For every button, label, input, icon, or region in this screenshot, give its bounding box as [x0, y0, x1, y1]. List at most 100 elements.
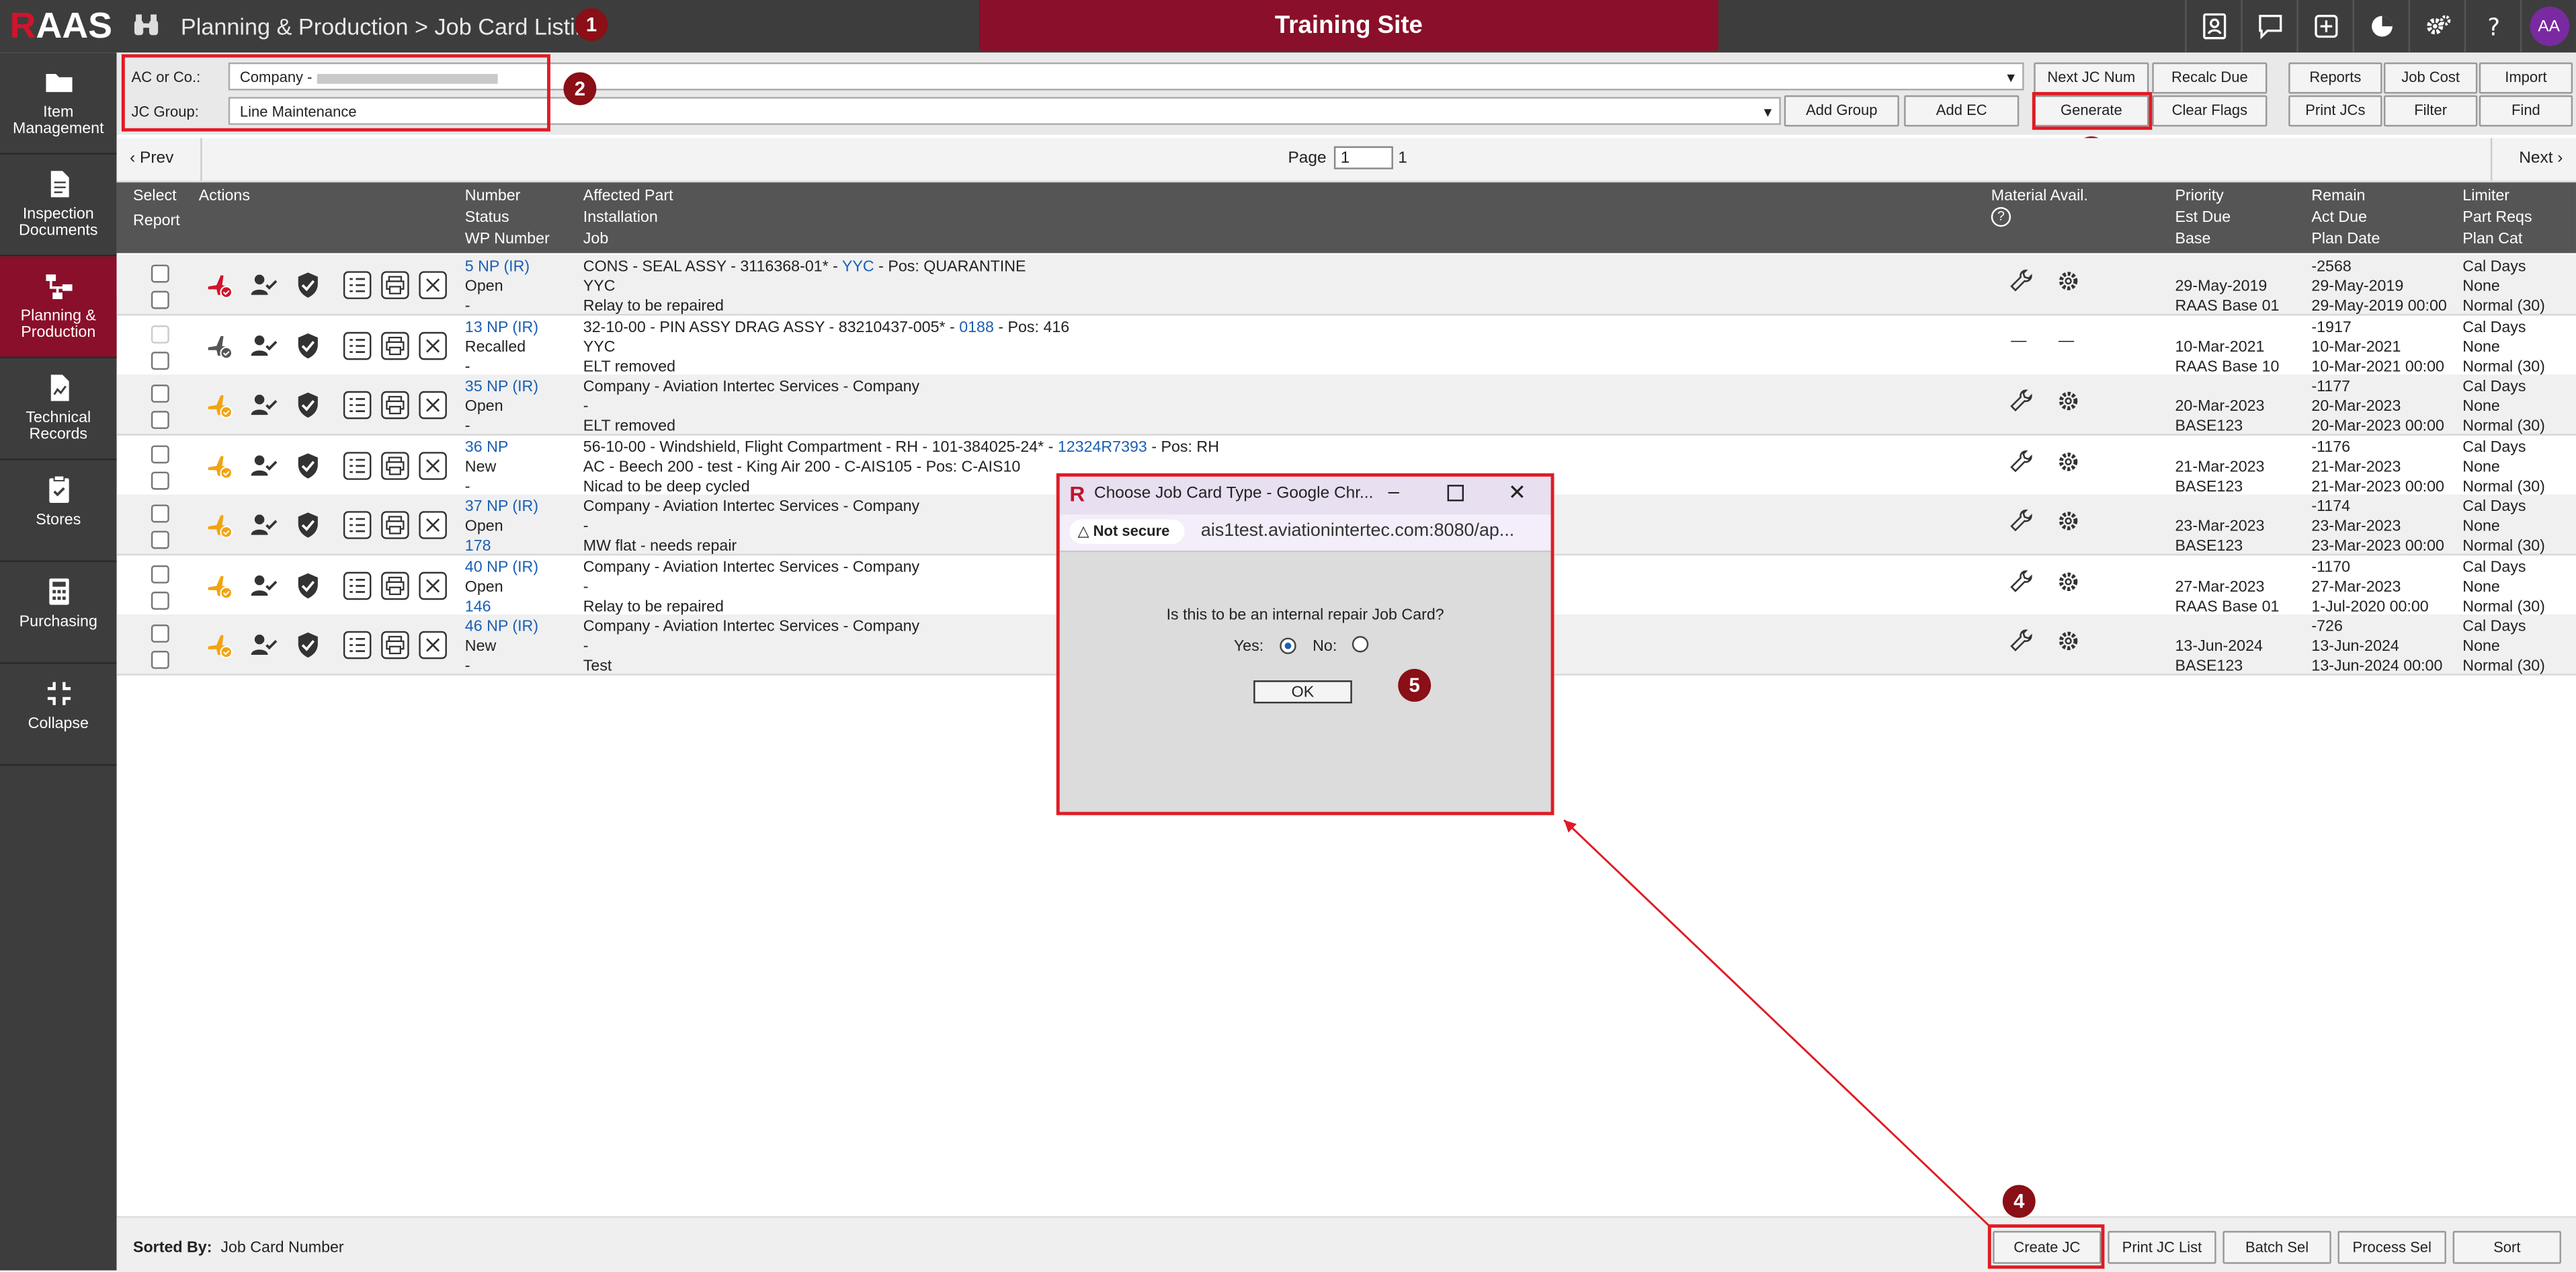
- print-icon[interactable]: [381, 391, 409, 420]
- wrench-icon[interactable]: [2007, 628, 2036, 656]
- print-icon[interactable]: [381, 511, 409, 539]
- gear-icon[interactable]: [2055, 568, 2083, 596]
- shield-check-icon[interactable]: [294, 511, 323, 539]
- jc-number-link[interactable]: 37 NP (IR): [465, 498, 538, 516]
- sidebar-item-item-management[interactable]: Item Management: [0, 52, 117, 155]
- batch-sel-button[interactable]: Batch Sel: [2222, 1230, 2331, 1264]
- delete-x-icon[interactable]: [419, 271, 447, 299]
- shield-check-icon[interactable]: [294, 391, 323, 420]
- print-icon[interactable]: [381, 571, 409, 600]
- delete-x-icon[interactable]: [419, 511, 447, 539]
- shield-check-icon[interactable]: [294, 631, 323, 660]
- affected-part-link[interactable]: 0188: [959, 318, 994, 336]
- print-jc-list-button[interactable]: Print JC List: [2108, 1230, 2216, 1264]
- gear-icon[interactable]: [2055, 268, 2083, 296]
- sidebar-item-collapse[interactable]: Collapse: [0, 664, 117, 766]
- aircraft-status-icon[interactable]: [206, 271, 234, 299]
- report-checkbox[interactable]: [151, 530, 169, 549]
- sidebar-item-inspection-documents[interactable]: Inspection Documents: [0, 155, 117, 257]
- select-checkbox[interactable]: [151, 504, 169, 523]
- recalc-due-button[interactable]: Recalc Due: [2152, 62, 2268, 94]
- shield-check-icon[interactable]: [294, 451, 323, 479]
- gear-icon[interactable]: [2055, 448, 2083, 476]
- shield-check-icon[interactable]: [294, 271, 323, 299]
- table-row[interactable]: 5 NP (IR) Open - CONS - SEAL ASSY - 3116…: [116, 254, 2576, 316]
- sort-button[interactable]: Sort: [2452, 1230, 2561, 1264]
- task-list-icon[interactable]: [343, 631, 372, 660]
- select-checkbox[interactable]: [151, 564, 169, 583]
- delete-x-icon[interactable]: [419, 571, 447, 600]
- reports-button[interactable]: Reports: [2288, 62, 2382, 94]
- next-page-link[interactable]: Next ›: [2519, 149, 2563, 167]
- select-checkbox[interactable]: [151, 385, 169, 403]
- print-icon[interactable]: [381, 631, 409, 660]
- col-status[interactable]: Status: [465, 208, 509, 227]
- help-circle-icon[interactable]: ?: [1991, 207, 2011, 227]
- select-checkbox[interactable]: [151, 264, 169, 283]
- aircraft-status-icon[interactable]: [206, 631, 234, 660]
- task-list-icon[interactable]: [343, 331, 372, 360]
- report-checkbox[interactable]: [151, 590, 169, 609]
- task-list-icon[interactable]: [343, 571, 372, 600]
- jc-number-link[interactable]: 36 NP: [465, 438, 509, 456]
- col-act-due[interactable]: Act Due: [2311, 208, 2367, 227]
- user-check-icon[interactable]: [250, 631, 278, 660]
- col-limiter[interactable]: Limiter: [2462, 188, 2509, 206]
- wrench-icon[interactable]: [2007, 388, 2036, 416]
- next-jc-num-button[interactable]: Next JC Num: [2034, 62, 2149, 94]
- user-check-icon[interactable]: [250, 571, 278, 599]
- table-row[interactable]: 13 NP (IR) Recalled - 32-10-00 - PIN ASS…: [116, 315, 2576, 376]
- report-checkbox[interactable]: [151, 411, 169, 430]
- sidebar-item-technical-records[interactable]: Technical Records: [0, 358, 117, 461]
- report-checkbox[interactable]: [151, 651, 169, 669]
- col-select[interactable]: Select: [133, 188, 177, 206]
- col-material-avail[interactable]: Material Avail.: [1991, 188, 2088, 206]
- col-job[interactable]: Job: [583, 230, 608, 248]
- wrench-icon[interactable]: [2007, 268, 2036, 296]
- print-icon[interactable]: [381, 271, 409, 299]
- jc-number-link[interactable]: 46 NP (IR): [465, 618, 538, 636]
- col-plan-date[interactable]: Plan Date: [2311, 230, 2380, 248]
- shield-check-icon[interactable]: [294, 331, 323, 360]
- select-checkbox[interactable]: [151, 624, 169, 643]
- aircraft-status-icon[interactable]: [206, 391, 234, 420]
- select-checkbox[interactable]: [151, 324, 169, 343]
- delete-x-icon[interactable]: [419, 391, 447, 420]
- report-checkbox[interactable]: [151, 290, 169, 309]
- delete-x-icon[interactable]: [419, 451, 447, 479]
- job-cost-button[interactable]: Job Cost: [2383, 62, 2478, 94]
- find-button[interactable]: Find: [2479, 95, 2573, 127]
- col-est-due[interactable]: Est Due: [2175, 208, 2231, 227]
- filter-button[interactable]: Filter: [2383, 95, 2478, 127]
- report-checkbox[interactable]: [151, 471, 169, 489]
- col-priority[interactable]: Priority: [2175, 188, 2224, 206]
- task-list-icon[interactable]: [343, 271, 372, 299]
- col-installation[interactable]: Installation: [583, 208, 658, 227]
- user-check-icon[interactable]: [250, 391, 278, 420]
- delete-x-icon[interactable]: [419, 331, 447, 360]
- reports-chart-button[interactable]: [2352, 0, 2409, 53]
- binoculars-icon[interactable]: [132, 11, 161, 41]
- add-group-button[interactable]: Add Group: [1784, 95, 1899, 127]
- col-number[interactable]: Number: [465, 188, 521, 206]
- help-button[interactable]: ?: [2464, 0, 2520, 53]
- print-icon[interactable]: [381, 331, 409, 360]
- jc-number-link[interactable]: 5 NP (IR): [465, 258, 530, 276]
- gear-icon[interactable]: [2055, 628, 2083, 656]
- user-check-icon[interactable]: [250, 331, 278, 360]
- aircraft-status-icon[interactable]: [206, 451, 234, 479]
- aircraft-status-icon[interactable]: [206, 571, 234, 599]
- user-check-icon[interactable]: [250, 511, 278, 539]
- contacts-button[interactable]: [2185, 0, 2241, 53]
- table-row[interactable]: 35 NP (IR) Open - Company - Aviation Int…: [116, 374, 2576, 436]
- sidebar-item-planning-production[interactable]: Planning & Production: [0, 256, 125, 358]
- wp-number[interactable]: 146: [465, 598, 491, 616]
- jc-number-link[interactable]: 13 NP (IR): [465, 318, 538, 336]
- affected-part-link[interactable]: 12324R7393: [1058, 438, 1147, 456]
- wrench-icon[interactable]: [2007, 568, 2036, 596]
- wrench-icon[interactable]: [2007, 448, 2036, 476]
- col-part-reqs[interactable]: Part Reqs: [2462, 208, 2532, 227]
- col-report[interactable]: Report: [133, 212, 180, 230]
- add-button[interactable]: [2296, 0, 2352, 53]
- col-affected-part[interactable]: Affected Part: [583, 188, 673, 206]
